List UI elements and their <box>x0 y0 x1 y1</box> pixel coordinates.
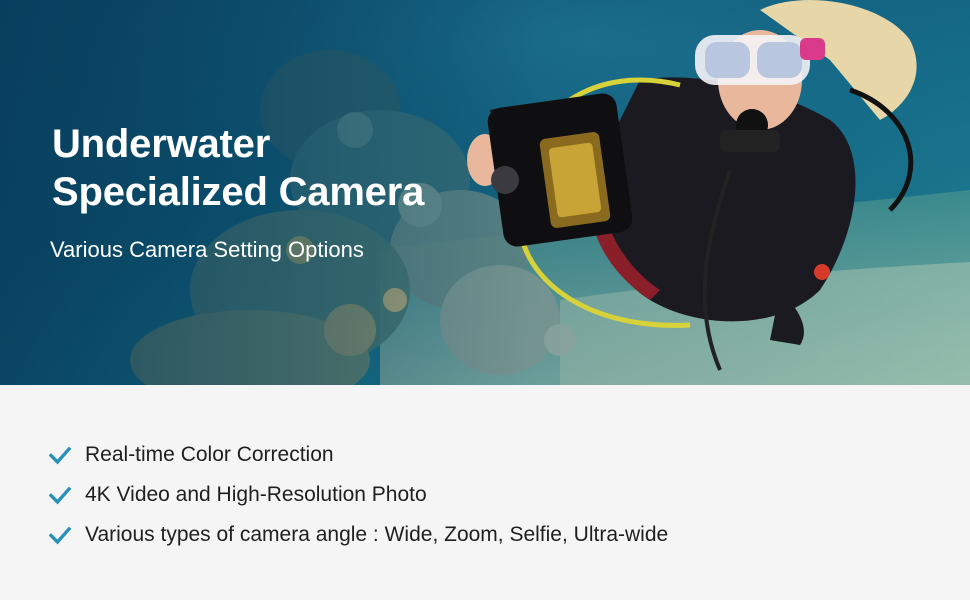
feature-item: Real-time Color Correction <box>49 435 668 475</box>
check-icon <box>49 486 71 505</box>
check-icon <box>49 446 71 465</box>
hero-subtitle: Various Camera Setting Options <box>50 237 364 262</box>
hero-text-block: Underwater Specialized Camera Various Ca… <box>50 120 492 264</box>
feature-text: Real-time Color Correction <box>85 443 334 466</box>
feature-text: 4K Video and High-Resolution Photo <box>85 483 427 506</box>
title-line-2: Specialized Camera <box>52 170 425 214</box>
feature-text: Various types of camera angle : Wide, Zo… <box>85 523 669 546</box>
check-icon <box>49 526 71 545</box>
title-line-1: Underwater <box>52 122 271 166</box>
page-title: Underwater Specialized Camera <box>52 120 492 216</box>
feature-list: Real-time Color Correction 4K Video and … <box>49 435 668 555</box>
feature-item: Various types of camera angle : Wide, Zo… <box>49 515 668 555</box>
feature-item: 4K Video and High-Resolution Photo <box>49 475 668 515</box>
features-section: Real-time Color Correction 4K Video and … <box>0 385 970 600</box>
hero-banner: Underwater Specialized Camera Various Ca… <box>0 0 970 385</box>
